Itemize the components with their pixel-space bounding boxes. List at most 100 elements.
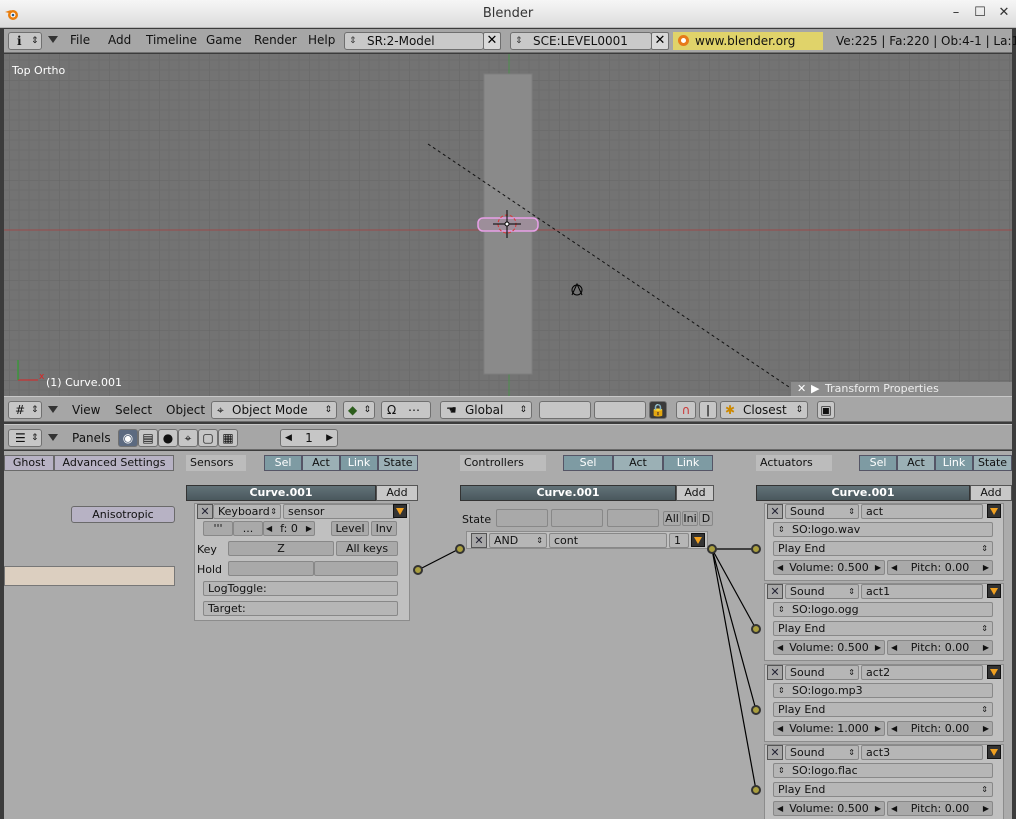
state-all-button[interactable]: All bbox=[663, 511, 681, 526]
menu-object[interactable]: Object bbox=[166, 403, 205, 417]
editor-type-button[interactable]: ☰ ⇕ bbox=[8, 429, 42, 447]
actuator-type-select[interactable]: Sound ⇕ bbox=[785, 665, 859, 680]
increment-icon[interactable]: ▶ bbox=[983, 722, 989, 735]
menu-file[interactable]: File bbox=[70, 33, 90, 47]
sensors-object-name[interactable]: Curve.001 bbox=[186, 485, 376, 501]
volume-field[interactable]: ◀ Volume: 0.500 ▶ bbox=[773, 801, 885, 816]
play-mode-select[interactable]: Play End ⇕ bbox=[773, 621, 993, 636]
collapse-actuator-icon[interactable] bbox=[987, 584, 1001, 598]
controller-input-socket[interactable] bbox=[455, 544, 465, 554]
volume-field[interactable]: ◀ Volume: 1.000 ▶ bbox=[773, 721, 885, 736]
magnet-icon[interactable]: ∩ bbox=[676, 401, 696, 419]
snap-mode-selector[interactable]: ✱ Closest ⇕ bbox=[720, 401, 808, 419]
sound-file-select[interactable]: ⇕ SO:logo.ogg bbox=[773, 602, 993, 617]
actuator-name-input[interactable]: act3 bbox=[861, 745, 983, 760]
volume-field[interactable]: ◀ Volume: 0.500 ▶ bbox=[773, 640, 885, 655]
increment-icon[interactable]: ▶ bbox=[875, 802, 881, 815]
mode-selector[interactable]: ⌖ Object Mode ⇕ bbox=[211, 401, 337, 419]
level-button[interactable]: Level bbox=[331, 521, 369, 536]
decrement-icon[interactable]: ◀ bbox=[891, 641, 897, 654]
state-debug-button[interactable]: D bbox=[699, 511, 713, 526]
actuator-input-socket[interactable] bbox=[751, 785, 761, 795]
increment-icon[interactable]: ▶ bbox=[875, 641, 881, 654]
invert-button[interactable]: Inv bbox=[371, 521, 397, 536]
controllers-add-button[interactable]: Add bbox=[676, 485, 714, 501]
collapse-actuator-icon[interactable] bbox=[987, 745, 1001, 759]
actuator-input-socket[interactable] bbox=[751, 544, 761, 554]
controller-output-socket[interactable] bbox=[707, 544, 717, 554]
controllers-object-name[interactable]: Curve.001 bbox=[460, 485, 676, 501]
actuators-link-toggle[interactable]: Link bbox=[935, 455, 973, 471]
actuators-sel-toggle[interactable]: Sel bbox=[859, 455, 897, 471]
key-field[interactable]: Z bbox=[228, 541, 334, 556]
panels-menu[interactable]: Panels bbox=[72, 431, 111, 445]
delete-scene-icon[interactable]: ✕ bbox=[651, 32, 669, 50]
close-icon[interactable]: ✕ bbox=[996, 5, 1012, 21]
pitch-field[interactable]: ◀ Pitch: 0.00 ▶ bbox=[887, 801, 993, 816]
orientation-selector[interactable]: ☚ Global ⇕ bbox=[440, 401, 532, 419]
object-context-icon[interactable]: ⌖ bbox=[178, 429, 198, 447]
controller-type-select[interactable]: AND ⇕ bbox=[489, 533, 547, 548]
sensors-state-toggle[interactable]: State bbox=[378, 455, 418, 471]
state-bits-2[interactable] bbox=[551, 509, 603, 527]
scene-context-icon[interactable]: ▦ bbox=[218, 429, 238, 447]
collapse-menu-icon[interactable] bbox=[48, 434, 58, 441]
sound-file-select[interactable]: ⇕ SO:logo.mp3 bbox=[773, 683, 993, 698]
render-view-icon[interactable]: ▣ bbox=[817, 401, 835, 419]
play-mode-select[interactable]: Play End ⇕ bbox=[773, 541, 993, 556]
editor-type-button[interactable]: # ⇕ bbox=[8, 401, 42, 419]
sensor-output-socket[interactable] bbox=[413, 565, 423, 575]
state-ini-button[interactable]: Ini bbox=[682, 511, 698, 526]
decrement-icon[interactable]: ◀ bbox=[777, 561, 783, 574]
proportional-icon[interactable]: ǀ bbox=[699, 401, 717, 419]
controllers-sel-toggle[interactable]: Sel bbox=[563, 455, 613, 471]
actuators-add-button[interactable]: Add bbox=[970, 485, 1012, 501]
decrement-icon[interactable]: ◀ bbox=[777, 641, 783, 654]
transform-properties-panel[interactable]: ✕ ▶ Transform Properties bbox=[791, 382, 1012, 396]
collapse-actuator-icon[interactable] bbox=[987, 504, 1001, 518]
sound-file-select[interactable]: ⇕ SO:logo.wav bbox=[773, 522, 993, 537]
layer-buttons-right[interactable] bbox=[594, 401, 646, 419]
controller-name-input[interactable]: cont bbox=[549, 533, 667, 548]
menu-add[interactable]: Add bbox=[108, 33, 131, 47]
play-mode-select[interactable]: Play End ⇕ bbox=[773, 782, 993, 797]
decrement-icon[interactable]: ◀ bbox=[285, 430, 292, 446]
increment-icon[interactable]: ▶ bbox=[983, 561, 989, 574]
expand-icon[interactable]: ▶ bbox=[811, 382, 819, 396]
menu-game[interactable]: Game bbox=[206, 33, 242, 47]
increment-icon[interactable]: ▶ bbox=[326, 430, 333, 446]
state-bits-1[interactable] bbox=[496, 509, 548, 527]
target-field[interactable]: Target: bbox=[203, 601, 398, 616]
screen-selector[interactable]: ⇕ SR:2-Model bbox=[344, 32, 484, 50]
physics-field[interactable] bbox=[4, 566, 175, 586]
decrement-icon[interactable]: ◀ bbox=[891, 561, 897, 574]
collapse-menu-icon[interactable] bbox=[48, 406, 58, 413]
all-keys-button[interactable]: All keys bbox=[336, 541, 398, 556]
menu-view[interactable]: View bbox=[72, 403, 100, 417]
actuator-input-socket[interactable] bbox=[751, 705, 761, 715]
tab-ghost[interactable]: Ghost bbox=[4, 455, 54, 471]
collapse-actuator-icon[interactable] bbox=[987, 665, 1001, 679]
collapse-menu-icon[interactable] bbox=[48, 36, 58, 43]
volume-field[interactable]: ◀ Volume: 0.500 ▶ bbox=[773, 560, 885, 575]
editor-type-button[interactable]: i ⇕ bbox=[8, 32, 42, 50]
controller-priority[interactable]: 1 bbox=[669, 533, 689, 548]
shading-context-icon[interactable]: ● bbox=[158, 429, 178, 447]
menu-timeline[interactable]: Timeline bbox=[146, 33, 197, 47]
editing-context-icon[interactable]: ▢ bbox=[198, 429, 218, 447]
increment-icon[interactable]: ▶ bbox=[306, 522, 312, 535]
menu-render[interactable]: Render bbox=[254, 33, 297, 47]
collapse-sensor-icon[interactable] bbox=[393, 504, 407, 518]
actuator-input-socket[interactable] bbox=[751, 624, 761, 634]
draw-type-selector[interactable]: ◆ ⇕ bbox=[343, 401, 375, 419]
pulse-false-button[interactable]: ... bbox=[233, 521, 263, 536]
actuators-act-toggle[interactable]: Act bbox=[897, 455, 935, 471]
frequency-field[interactable]: ◀ f: 0 ▶ bbox=[263, 521, 315, 536]
sensor-name-input[interactable]: sensor bbox=[283, 504, 395, 519]
frame-counter[interactable]: ◀ 1 ▶ bbox=[280, 429, 338, 447]
sensors-act-toggle[interactable]: Act bbox=[302, 455, 340, 471]
delete-actuator-icon[interactable]: ✕ bbox=[767, 665, 783, 680]
decrement-icon[interactable]: ◀ bbox=[777, 802, 783, 815]
actuator-name-input[interactable]: act bbox=[861, 504, 983, 519]
decrement-icon[interactable]: ◀ bbox=[891, 722, 897, 735]
